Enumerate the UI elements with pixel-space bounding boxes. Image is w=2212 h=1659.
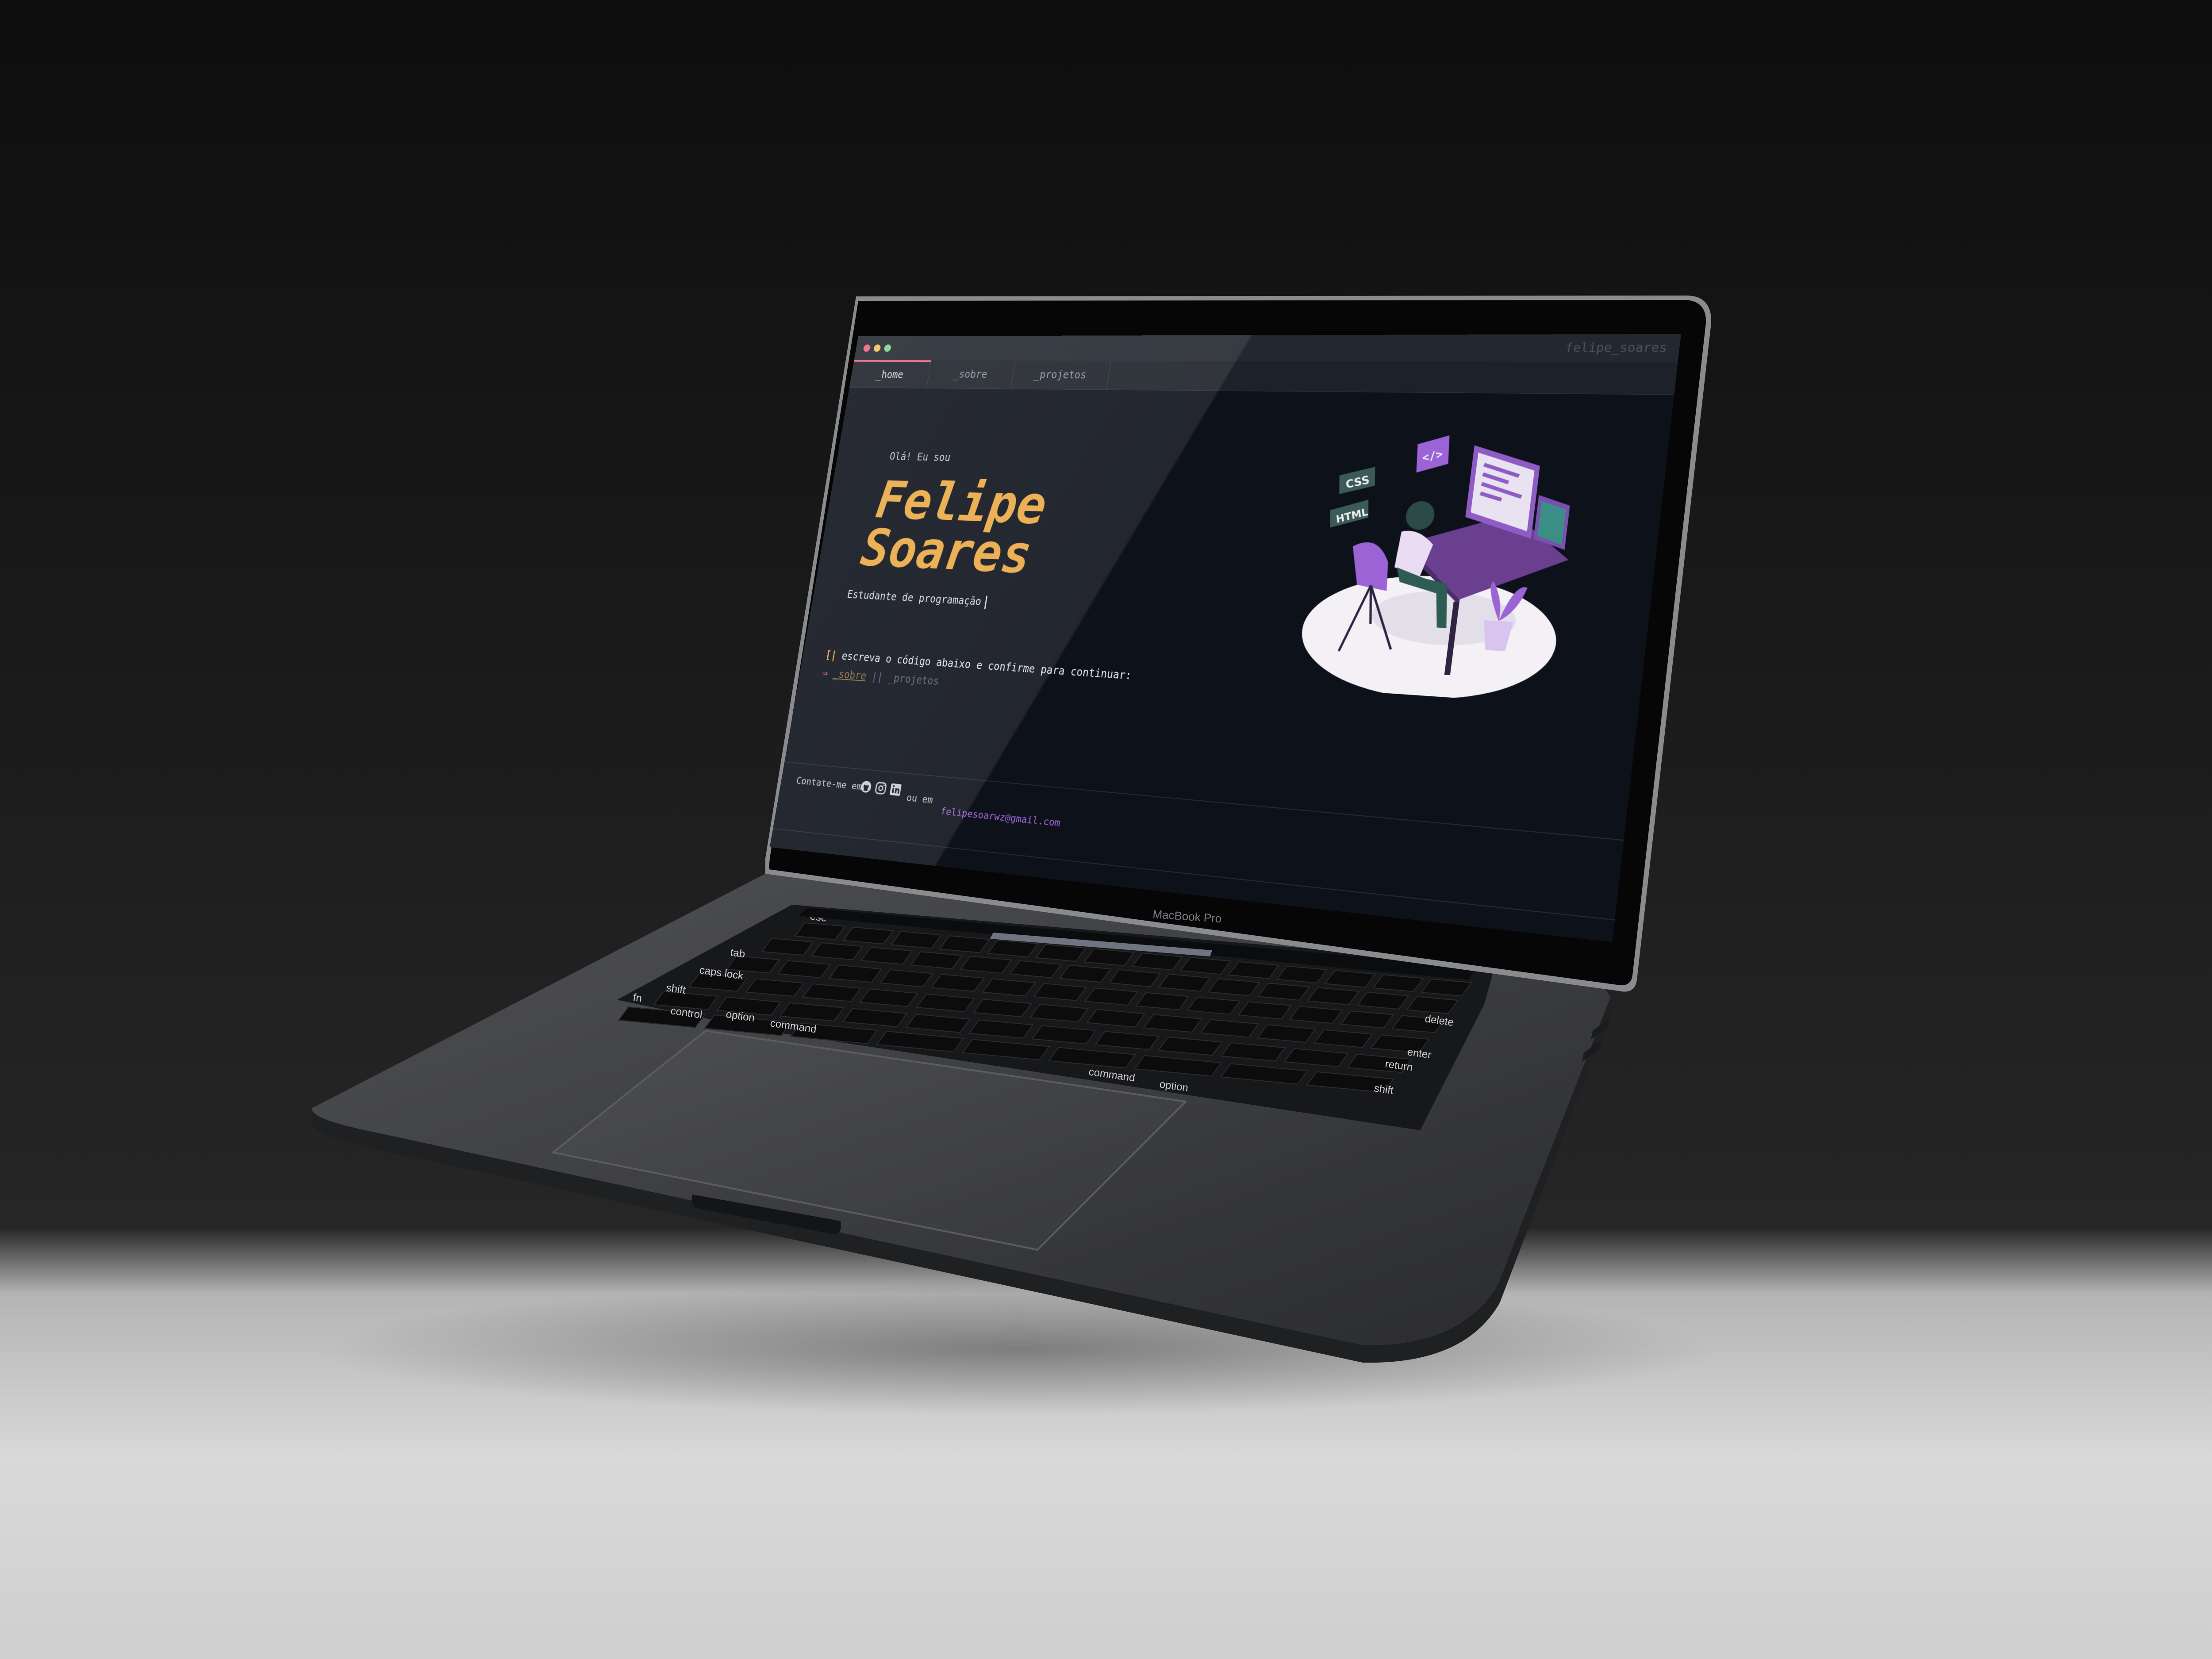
minimize-dot[interactable] [873,344,881,352]
keyboard-key[interactable] [1324,970,1376,988]
typing-cursor [984,595,987,609]
linkedin-icon[interactable] [889,782,903,797]
title-bar: felipe_soares [854,334,1681,363]
code-badge: </> [1414,434,1452,473]
command-option-projetos[interactable]: _projetos [887,672,940,687]
key-label: fn [632,991,643,1005]
tab-sobre[interactable]: _sobre [926,360,1016,389]
html-badge: HTML [1328,498,1371,529]
keyboard-key[interactable] [1421,978,1472,997]
window-title: felipe_soares [1564,341,1668,356]
css-badge: CSS [1337,466,1378,495]
social-icons [859,780,904,800]
key-label: tab [730,946,746,960]
github-icon[interactable] [859,780,873,794]
command-option-sobre[interactable]: _sobre [832,668,867,682]
keyboard-key[interactable] [1372,974,1424,992]
greeting-text: Olá! Eu sou [888,450,952,464]
instagram-icon[interactable] [874,781,887,795]
maximize-dot[interactable] [883,344,892,352]
role-subtitle: Estudante de programação [846,588,987,609]
chair [1347,541,1393,591]
command-line[interactable]: ⇒ _sobre || _projetos [822,667,940,687]
tab-home[interactable]: _home [849,360,932,388]
keyboard-key[interactable] [794,922,846,941]
browser-window: felipe_soares _home _sobre _projetos Olá… [769,334,1681,942]
role-text: Estudante de programação [846,588,983,608]
keyboard-key[interactable] [891,931,942,949]
developer-illustration: CSS HTML </> [1294,434,1574,705]
email-link[interactable]: felipesoarwz@gmail.com [940,806,1061,829]
keyboard-key[interactable] [987,939,1039,958]
or-text: ou em [906,792,934,806]
keyboard-key[interactable] [1035,944,1087,962]
keyboard-key[interactable] [1276,965,1328,983]
close-dot[interactable] [863,344,871,352]
arrow-icon: ⇒ [821,667,829,680]
keyboard-key[interactable] [939,935,991,953]
command-separator: || [871,670,884,684]
scene-background: esctabcaps lockshiftfncontroloptioncomma… [0,0,2212,1659]
name-last: Soares [857,518,1036,586]
keyboard-key[interactable] [842,926,894,945]
keyboard-key[interactable] [1179,957,1232,975]
person-head [1404,501,1436,530]
contact-label: Contate-me em: [795,775,868,793]
keyboard-key[interactable] [1083,948,1135,966]
keyboard-key[interactable] [1228,961,1279,979]
tab-projetos[interactable]: _projetos [1010,360,1111,390]
keyboard-key[interactable] [1131,952,1183,971]
home-section: Olá! Eu sou Felipe Soares Estudante de p… [784,388,1674,840]
prompt-marker: [| [824,649,838,662]
